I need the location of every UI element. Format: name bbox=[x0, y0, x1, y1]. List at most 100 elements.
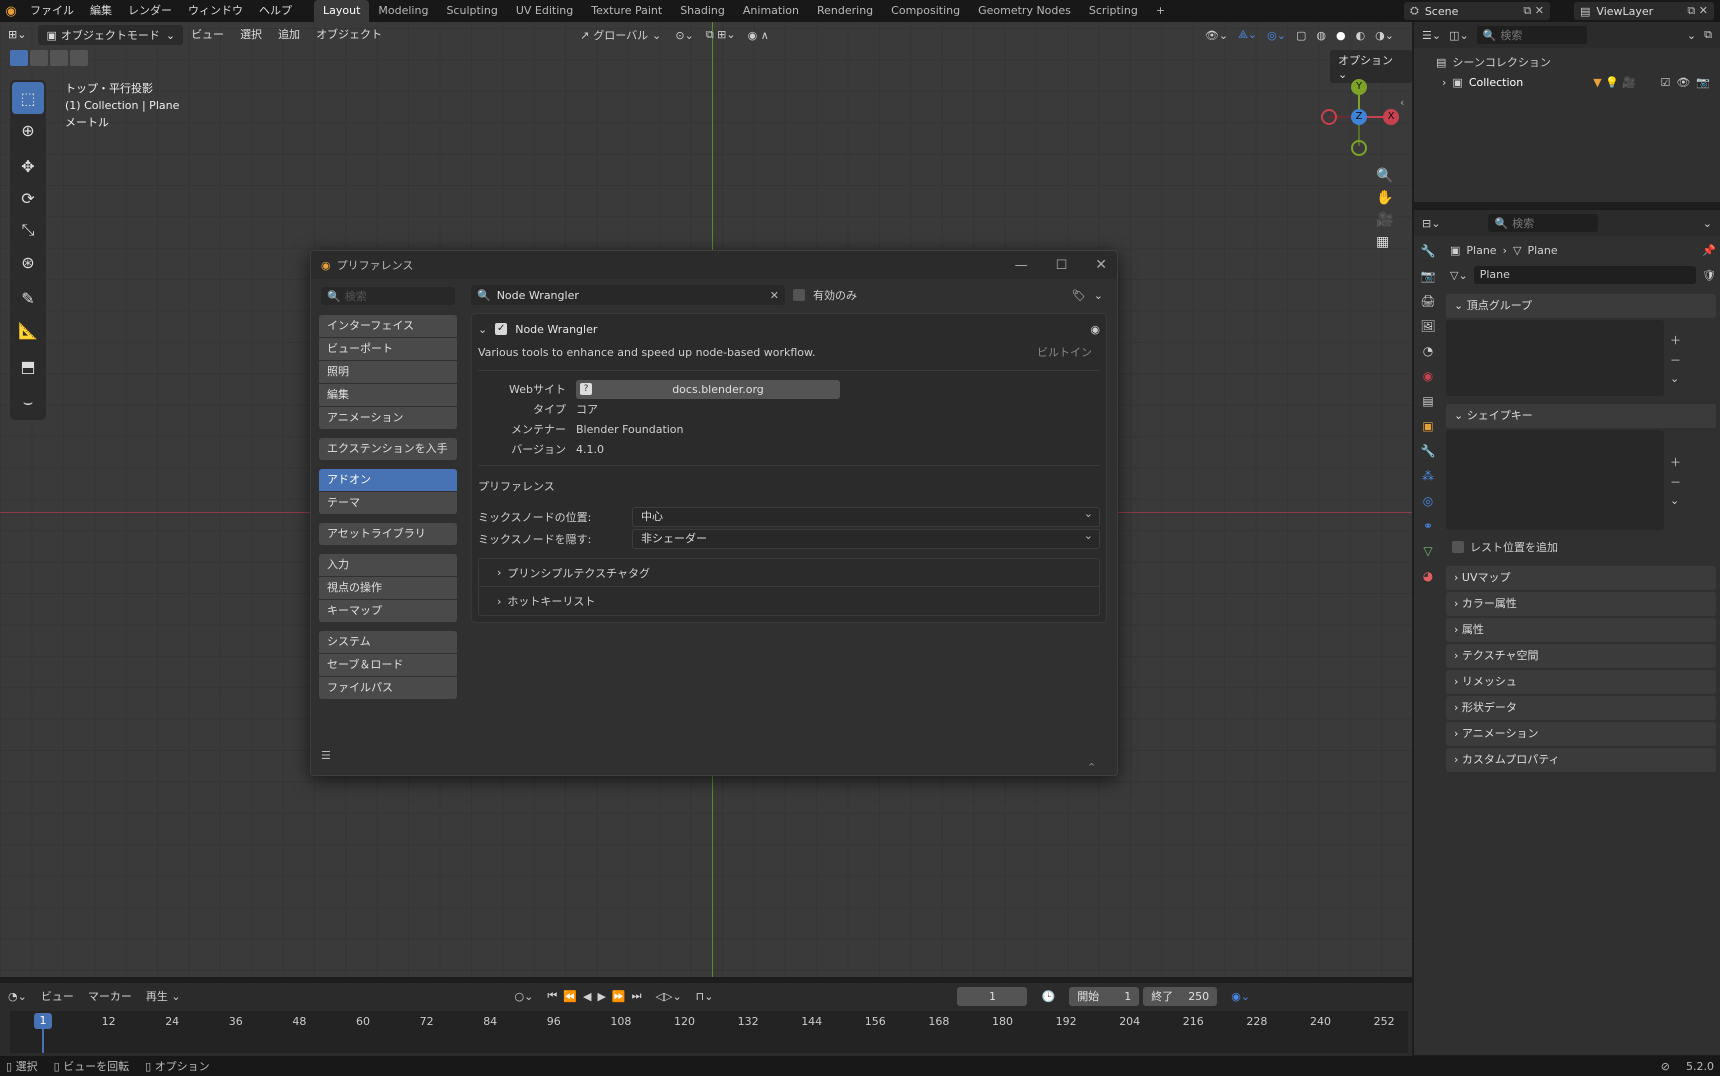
select-intersect-icon[interactable] bbox=[70, 50, 88, 66]
prefs-category-item[interactable]: 編集 bbox=[319, 384, 457, 406]
pan-hand-icon[interactable]: ✋ bbox=[1376, 190, 1393, 206]
tab-layout[interactable]: Layout bbox=[314, 0, 370, 22]
cursor-tool-icon[interactable]: ⊕ bbox=[12, 114, 44, 146]
rest-position-checkbox[interactable] bbox=[1452, 541, 1464, 553]
rotate-tool-icon[interactable]: ⟳ bbox=[12, 182, 44, 214]
start-frame-field[interactable]: 開始 1 bbox=[1069, 986, 1140, 1006]
prefs-category-item[interactable]: システム bbox=[319, 631, 457, 653]
particles-tab-icon[interactable]: ⁂ bbox=[1417, 465, 1439, 487]
select-extend-icon[interactable] bbox=[30, 50, 48, 66]
add-icon[interactable]: ＋ bbox=[1670, 332, 1681, 348]
menu-item[interactable]: ヘルプ bbox=[251, 0, 300, 22]
pivot-icon[interactable]: ⊙⌄ bbox=[675, 29, 693, 42]
tab-animation[interactable]: Animation bbox=[734, 0, 808, 22]
prefs-category-item[interactable]: エクステンションを入手 bbox=[319, 438, 457, 460]
view-layer-selector[interactable]: ▤ ViewLayer ⧉ ✕ bbox=[1574, 2, 1714, 20]
hide-mix-node-dropdown[interactable]: 非シェーダー bbox=[632, 527, 1100, 549]
curve-tool-icon[interactable]: ⌣ bbox=[12, 386, 44, 418]
playhead-marker[interactable]: 1 bbox=[34, 1013, 52, 1029]
orientation-dropdown[interactable]: ↗ グローバル ⌄ bbox=[580, 27, 661, 43]
new-scene-icon[interactable]: ⧉ ✕ bbox=[1523, 4, 1550, 18]
chevron-down-icon[interactable]: ⌄ bbox=[1670, 372, 1681, 385]
scene-tab-icon[interactable]: ◔ bbox=[1417, 340, 1439, 362]
prefs-category-item[interactable]: インターフェイス bbox=[319, 315, 457, 337]
prefs-category-item[interactable]: アセットライブラリ bbox=[319, 523, 457, 545]
keyframe-nav-icon[interactable]: ◁▷⌄ bbox=[656, 990, 682, 1003]
prefs-category-item[interactable]: アドオン bbox=[319, 469, 457, 491]
prefs-category-item[interactable]: 視点の操作 bbox=[319, 577, 457, 599]
outliner-search-input[interactable]: 🔍 検索 bbox=[1476, 26, 1587, 44]
tab-sculpting[interactable]: Sculpting bbox=[437, 0, 506, 22]
tab-shading[interactable]: Shading bbox=[671, 0, 734, 22]
property-panel-header[interactable]: › アニメーション bbox=[1446, 722, 1716, 746]
eye-icon[interactable]: 👁 bbox=[1676, 76, 1690, 89]
scale-tool-icon[interactable]: ⤡ bbox=[12, 214, 44, 246]
gizmo-toggle-icon[interactable]: ⟁⌄ bbox=[1238, 28, 1257, 42]
close-icon[interactable]: ✕ bbox=[1095, 257, 1107, 273]
pin-icon[interactable]: 📌 bbox=[1702, 244, 1716, 257]
view-layer-tab-icon[interactable]: 🖼 bbox=[1417, 315, 1439, 337]
shading-wireframe-icon[interactable]: ◍ bbox=[1316, 29, 1326, 42]
current-frame-field[interactable]: 1 bbox=[957, 986, 1028, 1006]
add-workspace-button[interactable]: + bbox=[1147, 0, 1174, 22]
enabled-only-checkbox[interactable] bbox=[793, 289, 805, 301]
property-panel-header[interactable]: › UVマップ bbox=[1446, 566, 1716, 590]
grid-view-icon[interactable]: ▦ bbox=[1376, 234, 1393, 250]
new-view-layer-icon[interactable]: ⧉ ✕ bbox=[1687, 4, 1714, 18]
blender-logo-icon[interactable]: ◉ bbox=[0, 4, 22, 19]
move-tool-icon[interactable]: ✥ bbox=[12, 150, 44, 182]
tab-uv-editing[interactable]: UV Editing bbox=[507, 0, 582, 22]
addon-enabled-checkbox[interactable]: ✓ bbox=[495, 323, 508, 335]
mix-node-position-dropdown[interactable]: 中心 bbox=[632, 505, 1100, 527]
rest-position-row[interactable]: レスト位置を追加 bbox=[1446, 536, 1716, 558]
neg-y-axis-handle[interactable] bbox=[1351, 140, 1367, 156]
property-panel-header[interactable]: › テクスチャ空間 bbox=[1446, 644, 1716, 668]
maximize-icon[interactable]: ☐ bbox=[1056, 258, 1068, 273]
xray-icon[interactable]: ▢ bbox=[1296, 29, 1306, 42]
prefs-category-item[interactable]: アニメーション bbox=[319, 407, 457, 429]
timeline-view-menu[interactable]: ビュー bbox=[41, 988, 74, 1004]
data-tab-icon[interactable]: ▽ bbox=[1417, 540, 1439, 562]
prev-keyframe-icon[interactable]: ⏪ bbox=[563, 990, 577, 1003]
mesh-browse-icon[interactable]: ▽⌄ bbox=[1450, 269, 1468, 282]
play-reverse-icon[interactable]: ◀ bbox=[583, 990, 591, 1003]
sidebar-toggle-icon[interactable]: ‹ bbox=[1400, 96, 1404, 109]
shading-material-icon[interactable]: ◐ bbox=[1356, 29, 1366, 42]
addon-header[interactable]: ⌄ ✓ Node Wrangler ◉ bbox=[478, 318, 1100, 340]
display-mode-icon[interactable]: ◫⌄ bbox=[1449, 29, 1469, 42]
filter-icon[interactable]: ⌄ bbox=[1687, 29, 1696, 42]
camera-view-icon[interactable]: 🎥 bbox=[1376, 212, 1393, 228]
object-tab-icon[interactable]: ▣ bbox=[1417, 415, 1439, 437]
end-frame-field[interactable]: 終了 250 bbox=[1143, 986, 1218, 1006]
tab-geometry-nodes[interactable]: Geometry Nodes bbox=[969, 0, 1080, 22]
timeline-track[interactable]: 12 24 36 48 60 72 84 96 108 120 132 144 156 168 180 192… bbox=[10, 1011, 1408, 1053]
mesh-name-field[interactable]: Plane bbox=[1473, 266, 1697, 284]
resize-handle-icon[interactable]: ⌃ bbox=[1087, 761, 1096, 774]
prefs-category-item[interactable]: ビューポート bbox=[319, 338, 457, 360]
prefs-category-item[interactable]: キーマップ bbox=[319, 600, 457, 622]
exclude-checkbox-icon[interactable]: ☑ bbox=[1660, 76, 1670, 89]
collapse-chevron-icon[interactable]: ⌄ bbox=[478, 323, 487, 336]
expand-chevron-icon[interactable]: › bbox=[1442, 76, 1446, 89]
navigation-gizmo[interactable]: Y Z X bbox=[1320, 79, 1400, 160]
clear-search-icon[interactable]: ✕ bbox=[770, 289, 779, 302]
editor-type-icon[interactable]: ⊞⌄ bbox=[0, 22, 34, 48]
property-panel-header[interactable]: › カラー属性 bbox=[1446, 592, 1716, 616]
hotkey-list-panel[interactable]: › ホットキーリスト bbox=[479, 587, 1099, 615]
tab-scripting[interactable]: Scripting bbox=[1080, 0, 1147, 22]
editor-type-icon[interactable]: ◔⌄ bbox=[8, 990, 27, 1003]
zoom-icon[interactable]: 🔍 bbox=[1376, 168, 1393, 184]
options-dropdown[interactable]: オプション ⌄ bbox=[1330, 50, 1412, 83]
menu-item[interactable]: ファイル bbox=[22, 0, 82, 22]
property-panel-header[interactable]: › 属性 bbox=[1446, 618, 1716, 642]
render-tab-icon[interactable]: 📷 bbox=[1417, 265, 1439, 287]
measure-tool-icon[interactable]: 📐 bbox=[12, 314, 44, 346]
addon-search-input[interactable]: 🔍 Node Wrangler ✕ bbox=[471, 285, 785, 305]
proportional-edit-icon[interactable]: ◉ ∧ bbox=[748, 29, 769, 42]
transform-tool-icon[interactable]: ⊛ bbox=[12, 246, 44, 278]
prefs-category-item[interactable]: テーマ bbox=[319, 492, 457, 514]
minimize-icon[interactable]: — bbox=[1015, 258, 1028, 273]
fake-user-icon[interactable]: 🛡 bbox=[1702, 269, 1716, 282]
physics-tab-icon[interactable]: ◎ bbox=[1417, 490, 1439, 512]
outliner-row-scene[interactable]: ▤ シーンコレクション bbox=[1414, 52, 1720, 72]
